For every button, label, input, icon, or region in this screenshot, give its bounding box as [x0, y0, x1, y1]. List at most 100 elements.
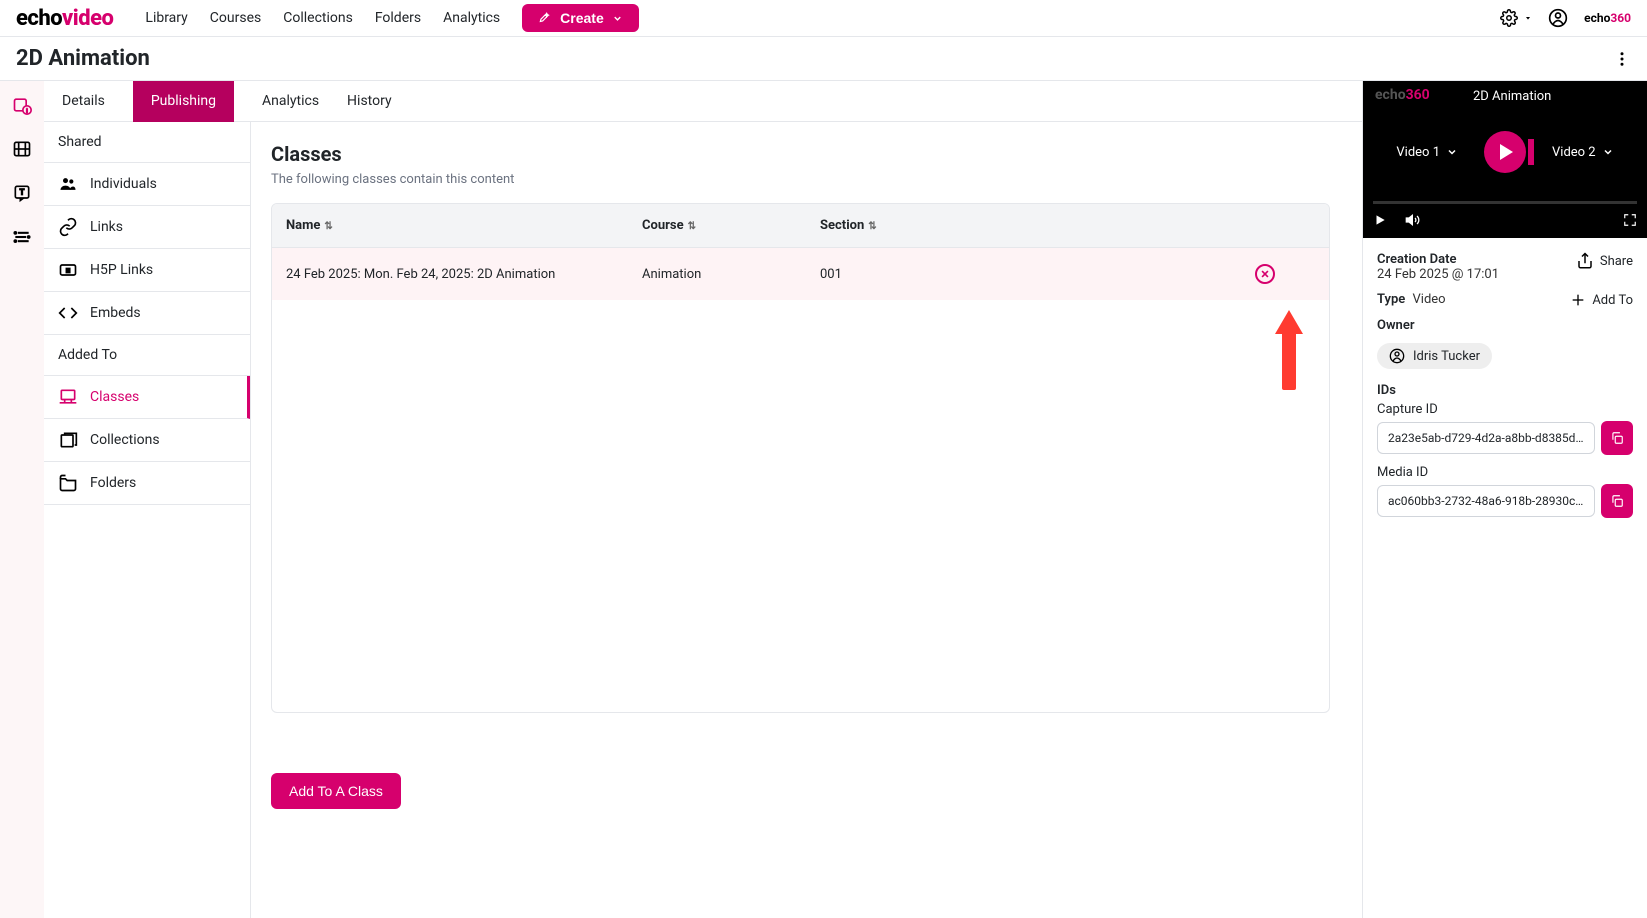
tab-analytics[interactable]: Analytics: [262, 81, 319, 122]
rail-transcript-icon[interactable]: T: [12, 183, 32, 203]
rail-media-icon[interactable]: i: [12, 95, 32, 115]
owner-name: Idris Tucker: [1413, 349, 1480, 364]
sort-icon: ⇅: [688, 221, 696, 232]
sidenav-classes[interactable]: Classes: [44, 376, 250, 419]
sidenav-h5p[interactable]: H H5P Links: [44, 249, 250, 292]
sidenav-shared-label: Shared: [44, 122, 250, 163]
player-logo: echo360: [1375, 87, 1430, 103]
create-button-label: Create: [560, 10, 604, 26]
more-options-icon[interactable]: [1613, 50, 1631, 68]
play-button[interactable]: [1484, 131, 1526, 173]
video1-selector[interactable]: Video 1: [1396, 145, 1458, 160]
ids-label: IDs: [1377, 383, 1633, 398]
link-icon: [58, 217, 78, 237]
chevron-down-icon: [1446, 146, 1458, 158]
nav-library[interactable]: Library: [145, 10, 187, 26]
creation-date-label: Creation Date: [1377, 252, 1499, 267]
x-icon: [1260, 269, 1270, 279]
main-heading: Classes: [271, 142, 1330, 166]
logo[interactable]: echovideo: [16, 6, 113, 31]
nav-courses[interactable]: Courses: [210, 10, 261, 26]
capture-id-label: Capture ID: [1377, 402, 1633, 417]
video-player[interactable]: echo360 2D Animation Video 1 Video 2: [1363, 81, 1647, 238]
classes-table: Name⇅ Course⇅ Section⇅ 24 Feb 2025: Mon.…: [271, 203, 1330, 713]
remove-from-class-button[interactable]: [1255, 264, 1275, 284]
magic-wand-icon: [538, 11, 552, 25]
create-button[interactable]: Create: [522, 4, 639, 32]
add-to-class-button[interactable]: Add To A Class: [271, 773, 401, 809]
fullscreen-icon[interactable]: [1623, 213, 1637, 227]
sidenav-item-label: Folders: [90, 475, 136, 491]
media-id-value[interactable]: ac060bb3-2732-48a6-918b-28930c6a…: [1377, 485, 1595, 517]
sidenav-item-label: Classes: [90, 389, 139, 405]
type-value: Video: [1413, 292, 1446, 307]
type-label: Type: [1377, 292, 1405, 307]
tab-bar: Details Publishing Analytics History: [44, 81, 1362, 122]
owner-pill[interactable]: Idris Tucker: [1377, 343, 1492, 369]
person-icon: [1389, 348, 1405, 364]
left-rail: i T: [0, 81, 44, 918]
h5p-icon: H: [58, 260, 78, 280]
copy-media-id-button[interactable]: [1601, 484, 1633, 518]
topnav-links: Library Courses Collections Folders Anal…: [145, 10, 500, 26]
details-panel: echo360 2D Animation Video 1 Video 2: [1362, 81, 1647, 918]
classes-icon: [58, 387, 78, 407]
svg-text:H: H: [66, 269, 70, 275]
nav-collections[interactable]: Collections: [283, 10, 353, 26]
sidenav-item-label: Individuals: [90, 176, 157, 192]
copy-icon: [1610, 494, 1624, 508]
chevron-down-icon: [1602, 146, 1614, 158]
people-icon: [58, 174, 78, 194]
sort-icon: ⇅: [868, 221, 876, 232]
play-small-icon[interactable]: [1373, 213, 1387, 227]
owner-label: Owner: [1377, 318, 1633, 333]
sidenav-added-label: Added To: [44, 335, 250, 376]
sidenav-item-label: Embeds: [90, 305, 141, 321]
sidenav-collections[interactable]: Collections: [44, 419, 250, 462]
sort-icon: ⇅: [324, 221, 332, 232]
sidenav-individuals[interactable]: Individuals: [44, 163, 250, 206]
video2-selector[interactable]: Video 2: [1552, 145, 1614, 160]
main-subtitle: The following classes contain this conte…: [271, 172, 1330, 187]
share-button[interactable]: Share: [1576, 252, 1633, 270]
sidenav-embeds[interactable]: Embeds: [44, 292, 250, 335]
col-section[interactable]: Section⇅: [820, 218, 980, 233]
add-to-button[interactable]: Add To: [1570, 292, 1633, 308]
creation-date-value: 24 Feb 2025 @ 17:01: [1377, 267, 1499, 282]
sidenav-folders[interactable]: Folders: [44, 462, 250, 505]
page-title: 2D Animation: [16, 46, 150, 71]
tiny-chevron-icon: [1524, 14, 1532, 22]
sidenav-item-label: Collections: [90, 432, 160, 448]
table-row[interactable]: 24 Feb 2025: Mon. Feb 24, 2025: 2D Anima…: [272, 248, 1329, 300]
col-course[interactable]: Course⇅: [642, 218, 820, 233]
tab-history[interactable]: History: [347, 81, 392, 122]
media-id-label: Media ID: [1377, 465, 1633, 480]
nav-folders[interactable]: Folders: [375, 10, 421, 26]
cell-course: Animation: [642, 267, 820, 282]
sidenav-links[interactable]: Links: [44, 206, 250, 249]
progress-bar[interactable]: [1373, 201, 1637, 204]
plus-icon: [1570, 292, 1586, 308]
nav-analytics[interactable]: Analytics: [443, 10, 500, 26]
rail-list-icon[interactable]: [12, 227, 32, 247]
tab-details[interactable]: Details: [62, 81, 105, 122]
cell-section: 001: [820, 267, 980, 282]
copy-icon: [1610, 431, 1624, 445]
brand-small: echo360: [1584, 11, 1631, 25]
sidenav-item-label: H5P Links: [90, 262, 153, 278]
volume-icon[interactable]: [1405, 212, 1421, 228]
rail-film-icon[interactable]: [12, 139, 32, 159]
settings-icon[interactable]: [1500, 9, 1518, 27]
account-icon[interactable]: [1548, 8, 1568, 28]
publishing-sidenav: Shared Individuals Links H H5P Links Emb…: [44, 122, 251, 918]
copy-capture-id-button[interactable]: [1601, 421, 1633, 455]
folder-icon: [58, 473, 78, 493]
player-title: 2D Animation: [1473, 89, 1551, 104]
code-icon: [58, 303, 78, 323]
collections-icon: [58, 430, 78, 450]
col-name[interactable]: Name⇅: [286, 218, 642, 233]
tab-publishing[interactable]: Publishing: [133, 81, 234, 122]
sidenav-item-label: Links: [90, 219, 123, 235]
capture-id-value[interactable]: 2a23e5ab-d729-4d2a-a8bb-d8385db…: [1377, 422, 1595, 454]
annotation-arrow: [1279, 310, 1299, 390]
